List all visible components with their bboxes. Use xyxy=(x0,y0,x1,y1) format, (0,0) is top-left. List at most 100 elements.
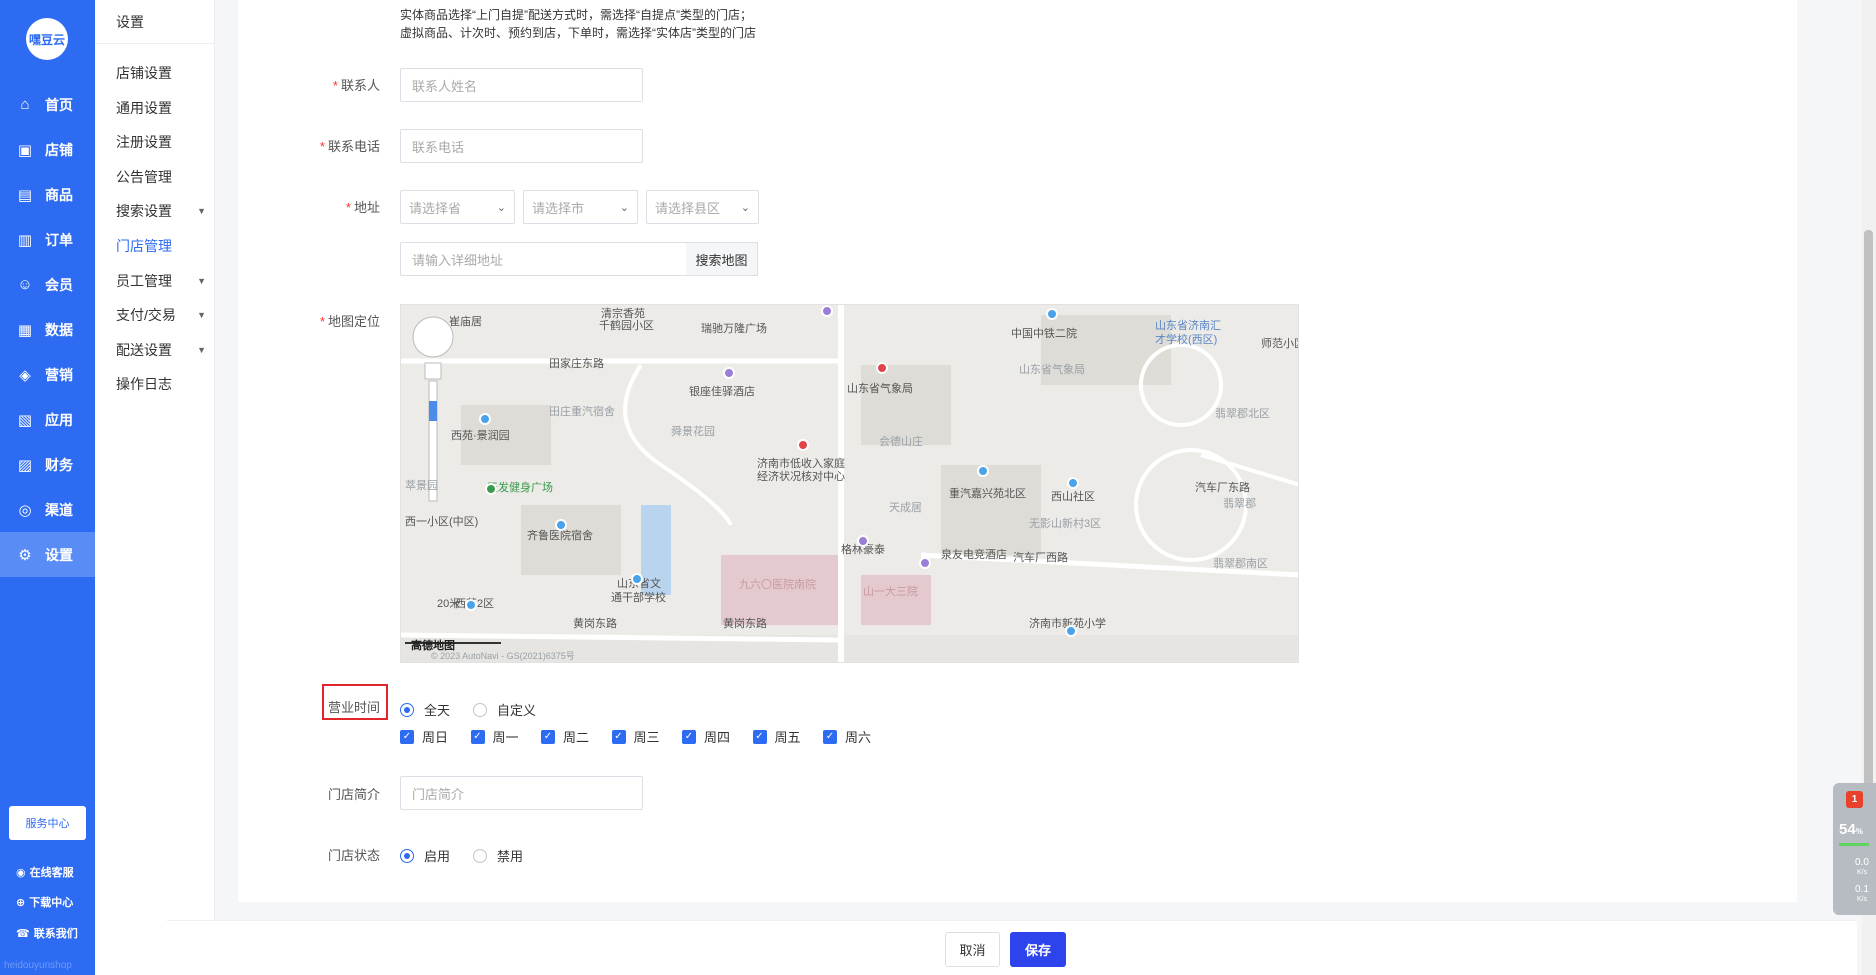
weekday-checkbox[interactable]: ✓ 周二 xyxy=(541,727,589,746)
nav-item-order[interactable]: ▥ 订单 xyxy=(0,217,95,262)
nav-item-label: 店铺 xyxy=(45,141,73,158)
submenu-item[interactable]: 操作日志 xyxy=(116,374,206,394)
phone-icon: ☎ xyxy=(16,927,30,940)
online-service-label: 在线客服 xyxy=(29,867,74,879)
save-button[interactable]: 保存 xyxy=(1010,932,1066,967)
status-disabled-radio[interactable]: 禁用 xyxy=(473,846,523,865)
submenu-item-label: 公告管理 xyxy=(116,168,172,185)
search-map-button[interactable]: 搜索地图 xyxy=(686,242,758,276)
map-label: 才学校(西区) xyxy=(1155,334,1218,346)
nav-item-label: 会员 xyxy=(45,276,73,293)
weekday-checkbox[interactable]: ✓ 周三 xyxy=(611,727,660,746)
map-poi[interactable] xyxy=(479,413,491,425)
submenu-item[interactable]: 店铺设置 xyxy=(116,63,206,83)
phone-label: * 联系电话 xyxy=(319,139,380,154)
map-label: 千鹤园小区 xyxy=(599,320,654,332)
submenu-item[interactable]: 公告管理 xyxy=(116,167,206,187)
logo-text: 嘿豆云 xyxy=(28,32,65,47)
check-icon: ✓ xyxy=(541,729,555,744)
weekday-checkbox[interactable]: ✓ 周六 xyxy=(823,727,871,746)
weekday-label: 周一 xyxy=(492,730,519,745)
weekday-checkbox[interactable]: ✓ 周一 xyxy=(470,727,519,746)
nav-item-home[interactable]: ⌂ 首页 xyxy=(0,82,95,127)
submenu-item[interactable]: 注册设置 xyxy=(116,132,206,152)
weekday-label: 周四 xyxy=(704,730,731,745)
district-select[interactable]: 请选择县区 ⌄ xyxy=(646,190,759,224)
nav-item-member[interactable]: ☺ 会员 xyxy=(0,262,95,307)
map-poi[interactable] xyxy=(1067,477,1079,489)
submenu-item[interactable]: 搜索设置 ▼ xyxy=(116,201,206,221)
check-icon: ✓ xyxy=(470,729,485,744)
download-center-label: 下载中心 xyxy=(29,897,74,909)
download-center-link[interactable]: ⊕ 下载中心 xyxy=(16,894,73,910)
map-poi[interactable] xyxy=(977,465,989,477)
map-poi[interactable] xyxy=(1046,308,1058,320)
submenu-item[interactable]: 支付/交易 ▼ xyxy=(116,305,206,325)
submenu-item-label: 门店管理 xyxy=(116,238,172,254)
intro-input[interactable]: 门店简介 xyxy=(400,776,643,810)
map-poi[interactable] xyxy=(485,483,497,495)
nav-item-label: 应用 xyxy=(45,411,73,428)
map-poi[interactable] xyxy=(555,519,567,531)
submenu-item[interactable]: 通用设置 xyxy=(116,98,206,118)
brand-logo[interactable]: 嘿豆云 xyxy=(26,18,68,60)
business-hours-label: 营业时间 xyxy=(327,700,380,715)
map-label: © 2023 AutoNavi - GS(2021)6375号 xyxy=(431,651,575,661)
speed-widget[interactable]: 1 54% 0.0 K/s 0.1 K/s xyxy=(1833,783,1876,915)
contact-us-link[interactable]: ☎ 联系我们 xyxy=(16,925,78,941)
nav-item-settings[interactable]: ⚙ 设置 xyxy=(0,532,95,577)
map-poi[interactable] xyxy=(821,305,833,317)
status-enabled-radio[interactable]: 启用 xyxy=(400,846,450,865)
map-label: 山东省气象局 xyxy=(847,383,913,395)
weekday-label: 周三 xyxy=(633,730,660,745)
contact-input[interactable]: 联系人姓名 xyxy=(400,68,643,102)
nav-item-data[interactable]: ▦ 数据 xyxy=(0,307,95,352)
submenu-item[interactable]: 门店管理 xyxy=(116,236,206,256)
map-poi[interactable] xyxy=(797,439,809,451)
nav-item-app[interactable]: ▧ 应用 xyxy=(0,397,95,442)
map-label: 田庄重汽宿舍 xyxy=(549,406,615,418)
hours-custom-radio[interactable]: 自定义 xyxy=(473,700,536,719)
detail-address-input[interactable]: 请输入详细地址 xyxy=(400,242,687,276)
cancel-button[interactable]: 取消 xyxy=(945,932,1000,967)
hint-line-1: 实体商品选择“上门自提”配送方式时，需选择“自提点”类型的门店； xyxy=(400,8,752,22)
map-label: 会德山庄 xyxy=(879,436,923,448)
submenu-item[interactable]: 员工管理 ▼ xyxy=(116,271,206,291)
service-center-button[interactable]: 服务中心 xyxy=(9,806,86,840)
nav-item-goods[interactable]: ▤ 商品 xyxy=(0,172,95,217)
phone-input[interactable]: 联系电话 xyxy=(400,129,643,163)
map-poi[interactable] xyxy=(1065,625,1077,637)
intro-label: 门店简介 xyxy=(327,787,380,802)
check-icon: ✓ xyxy=(752,729,767,744)
weekday-label: 周五 xyxy=(774,730,801,745)
province-select[interactable]: 请选择省 ⌄ xyxy=(400,190,515,224)
nav-item-label: 首页 xyxy=(45,96,73,113)
weekday-checkbox[interactable]: ✓ 周五 xyxy=(752,727,801,746)
map-label: 翡翠郡 xyxy=(1223,498,1256,510)
map-poi[interactable] xyxy=(723,367,735,379)
map-poi[interactable] xyxy=(631,573,643,585)
online-service-link[interactable]: ◉ 在线客服 xyxy=(16,864,74,880)
submenu-item[interactable]: 配送设置 ▼ xyxy=(116,340,206,360)
submenu-title: 设置 xyxy=(95,0,214,44)
map-poi[interactable] xyxy=(876,362,888,374)
map-label: 天成居 xyxy=(889,502,922,514)
map-poi[interactable] xyxy=(919,557,931,569)
caret-down-icon: ▼ xyxy=(197,275,206,286)
nav-item-finance[interactable]: ▨ 财务 xyxy=(0,442,95,487)
nav-item-channel[interactable]: ◎ 渠道 xyxy=(0,487,95,532)
nav-item-tag[interactable]: ◈ 营销 xyxy=(0,352,95,397)
map-label: 瑞驰万隆广场 xyxy=(701,323,767,335)
nav-item-label: 数据 xyxy=(45,321,73,338)
nav-item-shop[interactable]: ▣ 店铺 xyxy=(0,127,95,172)
weekday-checkbox[interactable]: ✓ 周四 xyxy=(682,727,730,746)
weekday-checkbox[interactable]: ✓ 周日 xyxy=(400,727,448,746)
city-select[interactable]: 请选择市 ⌄ xyxy=(523,190,638,224)
hours-all-day-radio[interactable]: 全天 xyxy=(400,700,450,719)
scrollbar-thumb[interactable] xyxy=(1864,230,1873,790)
widget-bar xyxy=(1839,843,1869,846)
map-poi[interactable] xyxy=(857,535,869,547)
map-view[interactable]: 崔庙居 清宗香苑 千鹤园小区 瑞驰万隆广场 中国中铁二院 山东省济南汇 才学校(西区) 师范小… xyxy=(400,304,1299,663)
widget-down-unit: K/s xyxy=(1857,896,1868,903)
map-poi[interactable] xyxy=(465,599,477,611)
